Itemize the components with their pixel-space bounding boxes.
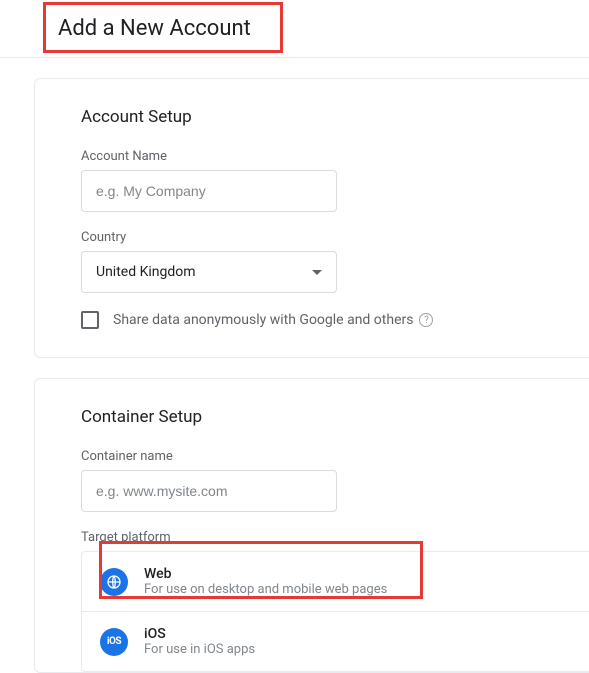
container-name-input[interactable] — [81, 470, 337, 512]
ios-icon: iOS — [100, 628, 128, 656]
platform-web-text: Web For use on desktop and mobile web pa… — [144, 566, 387, 597]
container-setup-card: Container Setup Container name Target pl… — [34, 378, 589, 673]
container-name-field: Container name — [81, 449, 589, 512]
country-field: Country United Kingdom — [81, 230, 589, 293]
container-setup-heading: Container Setup — [81, 407, 589, 427]
account-name-label: Account Name — [81, 149, 589, 164]
share-data-checkbox[interactable] — [81, 311, 99, 329]
platform-ios-title: iOS — [144, 626, 255, 642]
platform-ios-desc: For use in iOS apps — [144, 642, 255, 657]
platform-option-ios[interactable]: iOS iOS For use in iOS apps — [82, 612, 589, 671]
container-name-label: Container name — [81, 449, 589, 464]
account-setup-heading: Account Setup — [81, 107, 589, 127]
country-label: Country — [81, 230, 589, 245]
share-data-label-text: Share data anonymously with Google and o… — [113, 312, 413, 328]
platform-web-title: Web — [144, 566, 387, 582]
platform-option-web[interactable]: Web For use on desktop and mobile web pa… — [82, 552, 589, 612]
page-title: Add a New Account — [0, 0, 589, 58]
web-icon — [100, 568, 128, 596]
target-platform-label: Target platform — [81, 530, 589, 545]
country-value: United Kingdom — [96, 264, 196, 280]
share-data-label: Share data anonymously with Google and o… — [113, 312, 433, 328]
country-select[interactable]: United Kingdom — [81, 251, 337, 293]
share-data-row: Share data anonymously with Google and o… — [81, 311, 589, 329]
platform-web-desc: For use on desktop and mobile web pages — [144, 582, 387, 597]
account-name-input[interactable] — [81, 170, 337, 212]
account-setup-card: Account Setup Account Name Country Unite… — [34, 78, 589, 358]
platform-list: Web For use on desktop and mobile web pa… — [81, 551, 589, 672]
chevron-down-icon — [312, 270, 322, 275]
account-name-field: Account Name — [81, 149, 589, 212]
platform-ios-text: iOS For use in iOS apps — [144, 626, 255, 657]
help-icon[interactable]: ? — [419, 313, 433, 327]
